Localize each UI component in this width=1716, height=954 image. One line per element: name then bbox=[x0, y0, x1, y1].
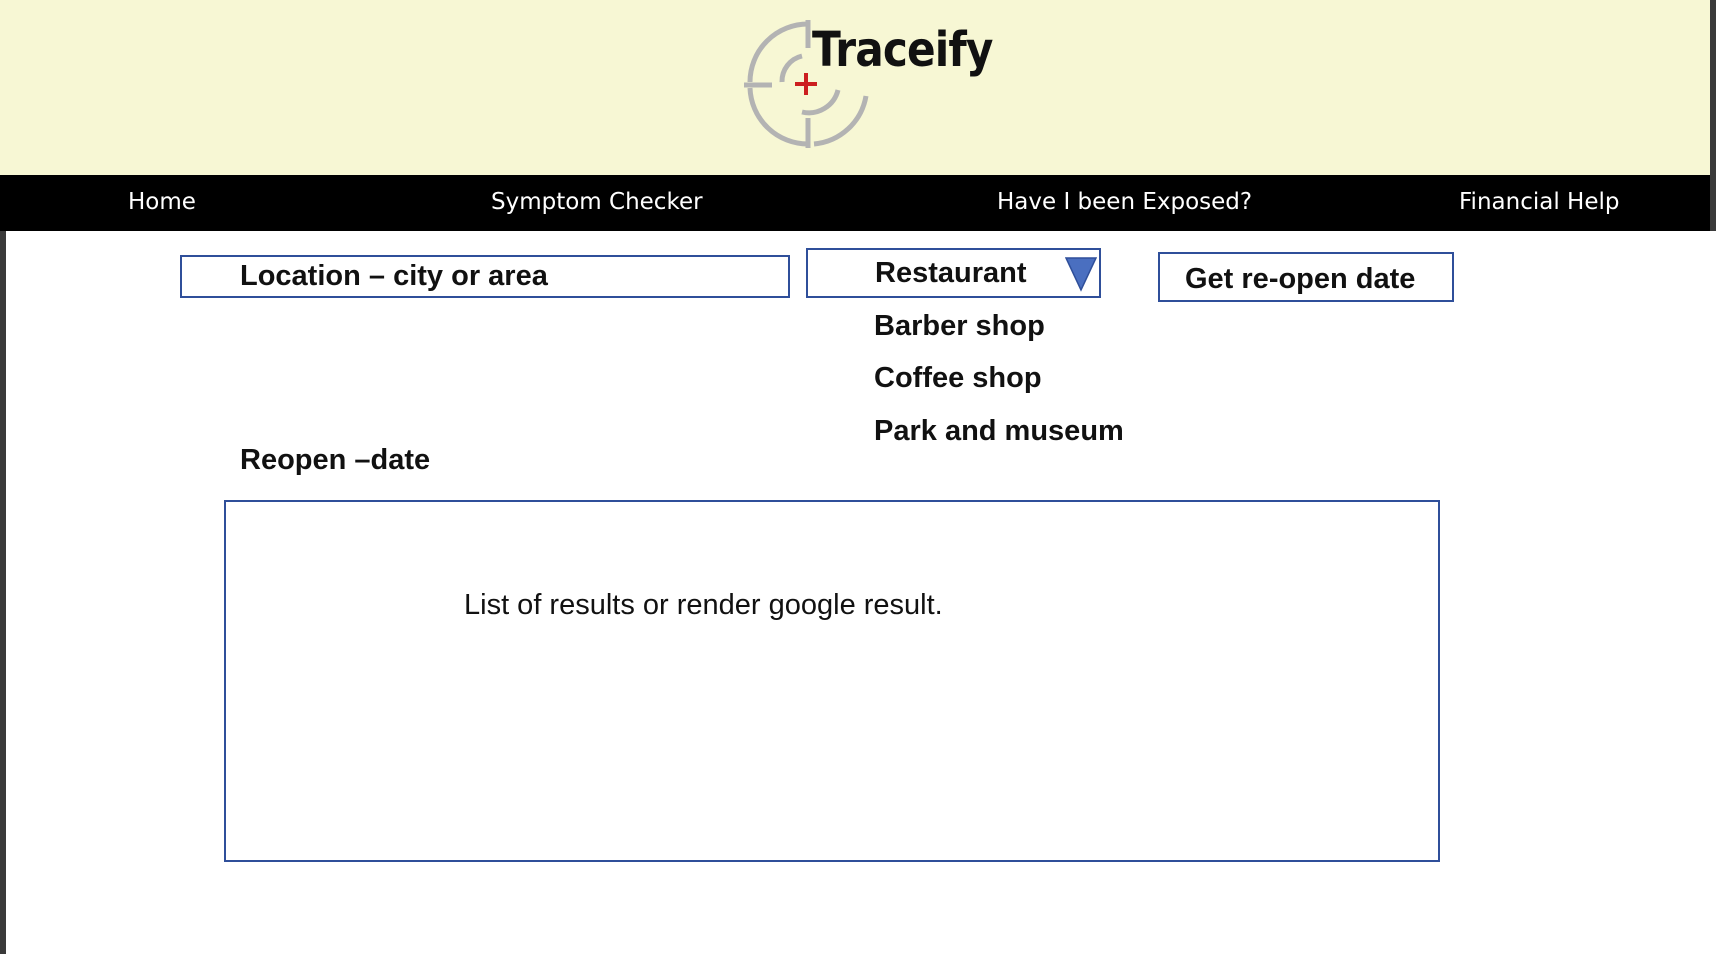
category-option-park-and-museum[interactable]: Park and museum bbox=[874, 415, 1124, 448]
logo[interactable]: Traceify bbox=[742, 18, 993, 148]
get-reopen-date-label: Get re-open date bbox=[1185, 263, 1416, 295]
reopen-date-label: Reopen –date bbox=[240, 444, 431, 476]
category-select[interactable]: Restaurant bbox=[806, 248, 1101, 298]
category-selected-value: Restaurant bbox=[875, 257, 1027, 289]
triangle-down-icon[interactable] bbox=[1065, 256, 1097, 292]
nav-item-financial-help[interactable]: Financial Help bbox=[1459, 189, 1619, 215]
header: Traceify bbox=[0, 0, 1710, 175]
results-panel: List of results or render google result. bbox=[224, 500, 1440, 862]
nav-item-home[interactable]: Home bbox=[128, 189, 196, 215]
page: Traceify Home Symptom Checker Have I bee… bbox=[0, 0, 1716, 954]
nav-item-have-i-been-exposed[interactable]: Have I been Exposed? bbox=[997, 189, 1252, 215]
logo-text: Traceify bbox=[812, 22, 993, 78]
results-placeholder: List of results or render google result. bbox=[464, 589, 943, 621]
nav-bar: Home Symptom Checker Have I been Exposed… bbox=[0, 175, 1710, 231]
window-edge-right bbox=[1710, 0, 1716, 231]
category-option-coffee-shop[interactable]: Coffee shop bbox=[874, 362, 1042, 395]
nav-item-symptom-checker[interactable]: Symptom Checker bbox=[491, 189, 703, 215]
location-placeholder: Location – city or area bbox=[240, 260, 548, 292]
category-option-barber-shop[interactable]: Barber shop bbox=[874, 310, 1045, 343]
get-reopen-date-button[interactable]: Get re-open date bbox=[1158, 252, 1454, 302]
location-input[interactable]: Location – city or area bbox=[180, 255, 790, 298]
window-edge-left bbox=[0, 231, 6, 954]
